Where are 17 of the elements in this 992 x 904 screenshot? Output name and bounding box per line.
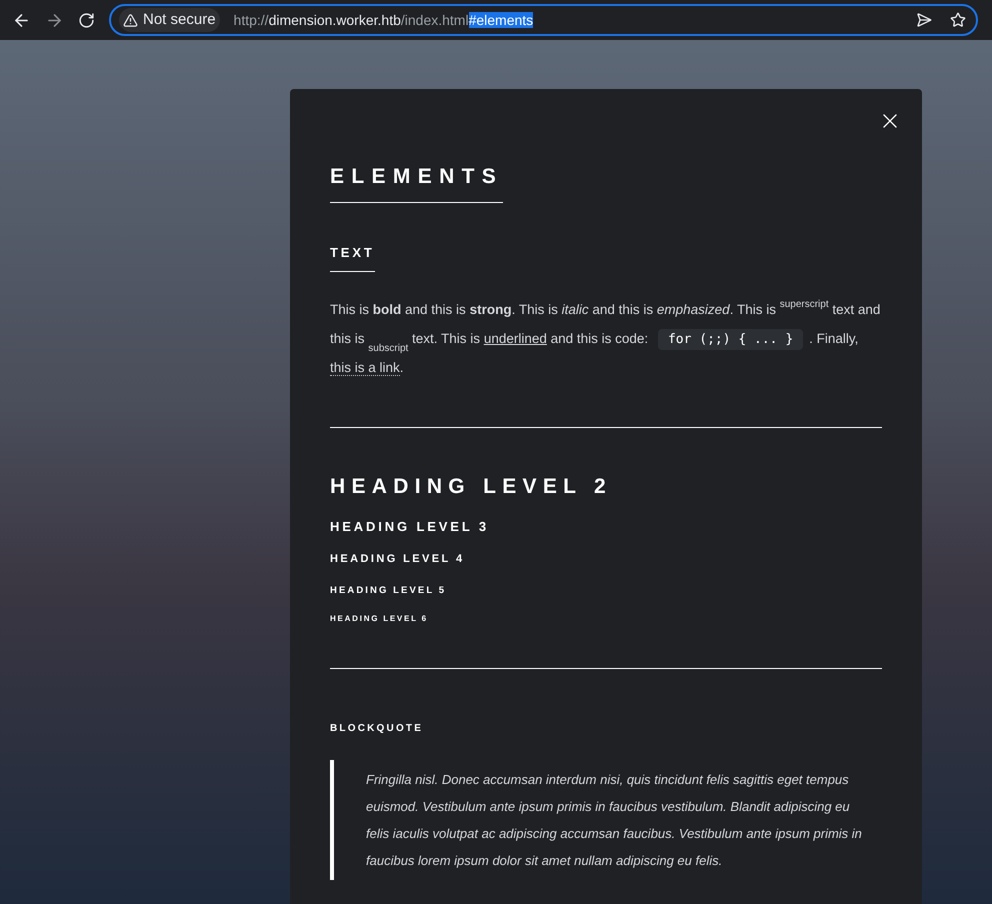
section-heading: BLOCKQUOTE xyxy=(330,722,424,736)
warning-icon xyxy=(123,12,138,28)
send-icon[interactable] xyxy=(916,12,932,28)
blockquote-text: Fringilla nisl. Donec accumsan interdum nisi, quis tincidunt felis sagittis eget tempus euismod. Vestibulum ante ipsum primis in faucibus vestibulum. Blandit adipiscing eu felis iaculis volutpat ac adipiscing accumsan faucibus. Vestibulum ante ipsum primis in faucibus lorem ipsum dolor sit amet nullam adipiscing eu felis. xyxy=(330,760,882,880)
page-title: ELEMENTS xyxy=(330,162,504,203)
reload-icon[interactable] xyxy=(78,12,95,28)
heading-text: HEADING LEVEL 6 xyxy=(330,614,429,624)
heading-text: HEADING LEVEL 4 xyxy=(330,552,466,566)
section-heading: TEXT xyxy=(330,243,375,272)
heading-text: HEADING LEVEL 3 xyxy=(330,519,490,535)
inline-code: for (;;) { ... } xyxy=(658,329,804,350)
heading-text: HEADING LEVEL 2 xyxy=(330,474,613,500)
bookmark-star-icon[interactable] xyxy=(950,12,966,28)
heading-text: HEADING LEVEL 5 xyxy=(330,584,448,596)
text-link[interactable]: this is a link xyxy=(330,360,400,376)
security-label: Not secure xyxy=(143,10,216,30)
security-chip[interactable]: Not secure xyxy=(119,8,220,32)
